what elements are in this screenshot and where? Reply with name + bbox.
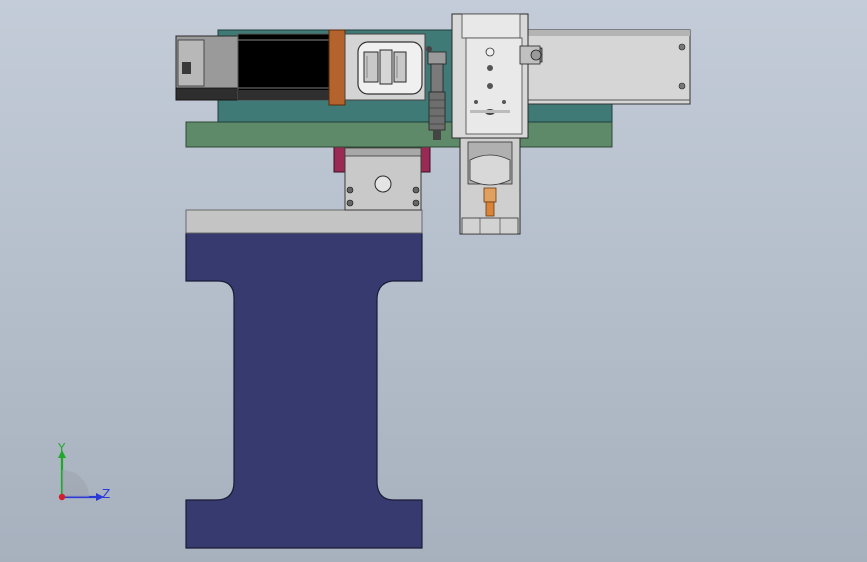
x-axis-dot: [58, 493, 66, 501]
triad-plane: [62, 470, 89, 497]
copper-block: [328, 29, 346, 106]
mounting-plate: [185, 121, 613, 148]
y-axis-label: Y: [57, 441, 66, 455]
coupling-window: [344, 33, 426, 101]
adjust-knob: [519, 45, 542, 65]
assembly-drawing: [175, 13, 691, 549]
base-top-plate: [185, 209, 423, 234]
clamp-block: [333, 145, 431, 211]
slide-rail: [237, 33, 331, 101]
base-frame-body: [185, 232, 423, 549]
spindle-motor: [459, 137, 521, 235]
z-carriage: [451, 13, 529, 139]
sensor-column: [426, 46, 447, 140]
cad-viewport[interactable]: Y Z: [0, 0, 867, 562]
right-rail: [519, 29, 691, 105]
z-axis-label: Z: [102, 487, 110, 501]
coordinate-triad: Y Z: [57, 441, 110, 501]
base-frame: [185, 209, 423, 549]
